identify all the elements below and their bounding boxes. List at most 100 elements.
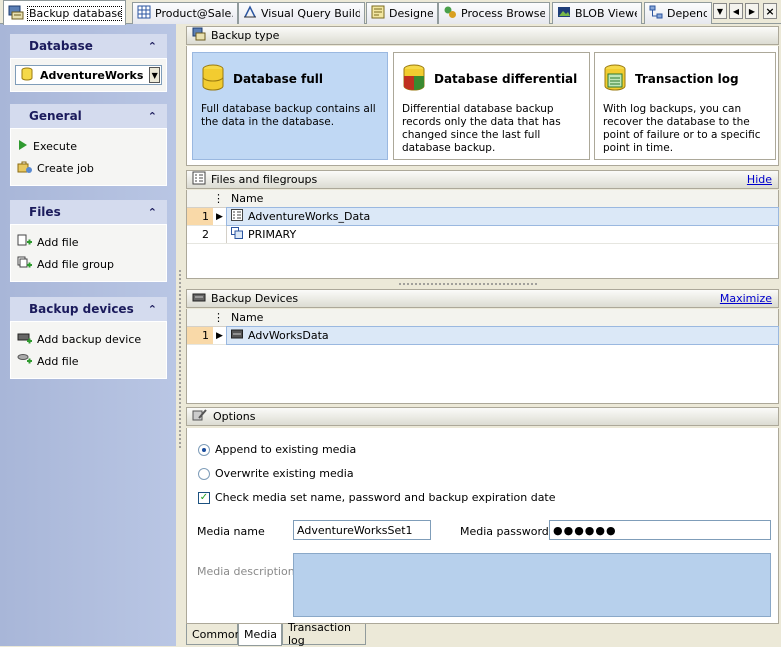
chevron-left-icon: ◀	[732, 6, 740, 16]
create-job-task[interactable]: Create job	[15, 157, 162, 179]
tab-backup-database[interactable]: Backup database	[3, 0, 126, 25]
row-marker	[213, 226, 227, 243]
media-name-label: Media name	[197, 525, 265, 538]
tab-label: Backup database	[27, 5, 122, 21]
chevron-up-double-icon[interactable]: ⌃	[148, 303, 157, 316]
database-group-header[interactable]: Database ⌃	[10, 34, 167, 58]
overwrite-media-option[interactable]: Overwrite existing media	[198, 467, 354, 480]
horizontal-splitter-grip[interactable]	[398, 282, 538, 286]
files-grid-header: ⋮ Name	[187, 190, 778, 208]
files-group-body: Add file Add file group	[10, 224, 167, 282]
panel-title: Files and filegroups	[211, 173, 318, 186]
backup-type-transaction-log[interactable]: Transaction log With log backups, you ca…	[594, 52, 776, 160]
tab-label: BLOB Viewer	[575, 7, 637, 20]
options-header: Options	[186, 407, 779, 426]
append-media-radio[interactable]	[198, 443, 210, 456]
add-file-icon	[17, 353, 33, 370]
backup-type-header: Backup type	[186, 26, 779, 45]
check-media-checkbox[interactable]: ✓	[198, 491, 210, 504]
tab-designer[interactable]: Designer	[366, 2, 438, 24]
tab-blob-viewer[interactable]: BLOB Viewer	[552, 2, 642, 24]
add-file-task[interactable]: Add file	[15, 231, 162, 253]
tab-process-browser[interactable]: Process Browser	[438, 2, 550, 24]
file-name: AdventureWorks_Data	[248, 210, 371, 223]
task-label: Add backup device	[37, 332, 142, 346]
device-name: AdvWorksData	[248, 329, 329, 342]
tab-list-dropdown-button[interactable]: ▼	[713, 3, 727, 19]
general-group-header[interactable]: General ⌃	[10, 104, 167, 128]
maximize-link[interactable]: Maximize	[720, 292, 772, 305]
chevron-up-double-icon[interactable]: ⌃	[148, 110, 157, 123]
add-file-group-icon	[17, 256, 33, 273]
tab-scroll-left-button[interactable]: ◀	[729, 3, 743, 19]
overwrite-media-radio[interactable]	[198, 467, 210, 480]
column-header-name[interactable]: Name	[227, 311, 263, 324]
backup-device-icon	[231, 328, 243, 343]
backup-type-database-differential[interactable]: Database differential Differential datab…	[393, 52, 590, 160]
general-group: General ⌃ Execute Create job	[10, 104, 167, 186]
tab-label: Visual Query Builder	[261, 7, 360, 20]
check-media-option[interactable]: ✓ Check media set name, password and bac…	[198, 491, 556, 504]
table-row[interactable]: 1 ▶ AdventureWorks_Data	[187, 207, 779, 226]
tab-common[interactable]: Common	[186, 624, 242, 645]
media-description-label: Media description	[197, 565, 295, 578]
tab-media[interactable]: Media	[238, 624, 282, 646]
tab-transaction-log[interactable]: Transaction log	[282, 621, 366, 647]
files-group-header[interactable]: Files ⌃	[10, 200, 167, 224]
database-group: Database ⌃ AdventureWorks ▼	[10, 34, 167, 92]
chevron-up-double-icon[interactable]: ⌃	[148, 206, 157, 219]
splitter-grip[interactable]	[178, 269, 182, 449]
media-name-field[interactable]: AdventureWorksSet1	[293, 520, 431, 540]
tab-visual-query-builder[interactable]: Visual Query Builder	[238, 2, 365, 24]
panel-title: Backup Devices	[211, 292, 299, 305]
add-device-file-task[interactable]: Add file	[15, 350, 162, 372]
files-group: Files ⌃ Add file Add file group	[10, 200, 167, 282]
backup-devices-group: Backup devices ⌃ Add backup device Add f…	[10, 297, 167, 379]
dependencies-icon	[649, 5, 663, 22]
blob-viewer-icon	[557, 5, 571, 22]
row-pointer-icon: ▶	[213, 327, 227, 344]
tab-label: Depende	[667, 7, 707, 20]
backup-devices-group-header[interactable]: Backup devices ⌃	[10, 297, 167, 321]
add-backup-device-icon	[17, 331, 33, 348]
option-label: Check media set name, password and backu…	[215, 491, 556, 504]
column-list-icon[interactable]: ⋮	[213, 192, 227, 205]
panel-title: Backup type	[211, 29, 280, 42]
table-row[interactable]: 2 PRIMARY	[187, 226, 778, 244]
task-label: Create job	[37, 161, 94, 175]
panel-title: Options	[213, 410, 256, 423]
append-media-option[interactable]: Append to existing media	[198, 443, 356, 456]
chevron-up-double-icon[interactable]: ⌃	[148, 40, 157, 53]
close-tab-button[interactable]: ×	[763, 3, 777, 19]
media-password-field[interactable]: ●●●●●●	[549, 520, 771, 540]
transaction-log-icon	[603, 64, 627, 95]
table-row[interactable]: 1 ▶ AdvWorksData	[187, 326, 779, 345]
column-header-name[interactable]: Name	[227, 192, 263, 205]
tab-scroll-right-button[interactable]: ▶	[745, 3, 759, 19]
tab-dependencies[interactable]: Depende	[644, 2, 712, 24]
execute-task[interactable]: Execute	[15, 135, 162, 157]
files-grid: ⋮ Name 1 ▶ AdventureWorks_Data 2 PRIMARY	[186, 190, 779, 279]
backup-devices-group-body: Add backup device Add file	[10, 321, 167, 379]
group-title: Backup devices	[29, 302, 134, 316]
database-select[interactable]: AdventureWorks ▼	[15, 65, 162, 85]
chevron-down-icon: ▼	[151, 70, 158, 80]
backup-device-icon	[192, 290, 206, 307]
column-list-icon[interactable]: ⋮	[213, 311, 227, 324]
database-select-dropdown-button[interactable]: ▼	[149, 67, 160, 83]
hide-link[interactable]: Hide	[747, 173, 772, 186]
tab-product-sales[interactable]: Product@Sale...	[132, 2, 238, 24]
backup-type-desc: Full database backup contains all the da…	[201, 103, 376, 128]
add-file-group-task[interactable]: Add file group	[15, 253, 162, 275]
media-description-field[interactable]	[293, 553, 771, 617]
group-title: General	[29, 109, 82, 123]
devices-panel-header: Backup Devices Maximize	[186, 289, 779, 308]
backup-type-panel: Database full Full database backup conta…	[186, 46, 779, 166]
document-tab-strip: Backup database Product@Sale... Visual Q…	[0, 0, 781, 25]
backup-type-database-full[interactable]: Database full Full database backup conta…	[192, 52, 388, 160]
add-backup-device-task[interactable]: Add backup device	[15, 328, 162, 350]
create-job-icon	[17, 160, 33, 177]
backup-db-icon	[8, 4, 24, 23]
vertical-splitter[interactable]	[176, 24, 184, 646]
tab-label: Designer	[389, 7, 433, 20]
